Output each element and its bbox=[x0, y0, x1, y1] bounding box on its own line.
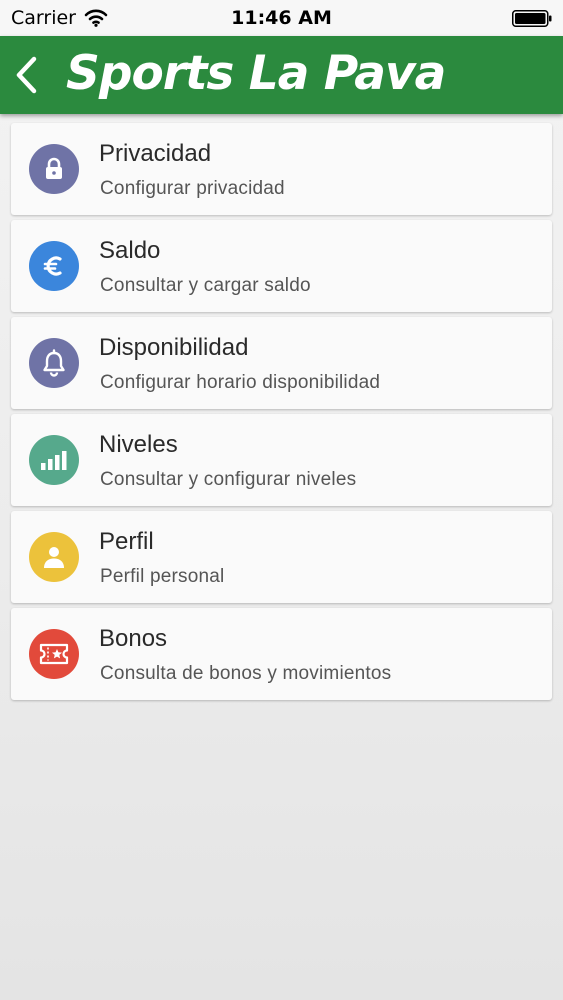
menu-icon-badge bbox=[29, 338, 79, 388]
chevron-left-icon bbox=[16, 56, 37, 94]
status-time: 11:46 AM bbox=[231, 7, 332, 29]
back-button[interactable] bbox=[8, 50, 52, 100]
battery-icon bbox=[512, 10, 552, 27]
menu-item-perfil[interactable]: Perfil Perfil personal bbox=[11, 511, 552, 603]
menu-icon-badge bbox=[29, 241, 79, 291]
menu-item-title: Disponibilidad bbox=[99, 334, 249, 361]
euro-icon bbox=[43, 256, 62, 276]
lock-icon bbox=[46, 157, 62, 179]
menu-icon-badge bbox=[29, 144, 79, 194]
menu-item-subtitle: Consulta de bonos y movimientos bbox=[100, 663, 392, 684]
menu-item-privacidad[interactable]: Privacidad Configurar privacidad bbox=[11, 123, 552, 215]
user-icon bbox=[44, 547, 64, 568]
brand-title: Sports La Pava bbox=[66, 46, 446, 101]
menu-icon-badge bbox=[29, 435, 79, 485]
menu-item-title: Perfil bbox=[99, 528, 154, 555]
menu-item-subtitle: Configurar horario disponibilidad bbox=[100, 372, 381, 393]
menu-item-bonos[interactable]: Bonos Consulta de bonos y movimientos bbox=[11, 608, 552, 700]
menu-item-title: Bonos bbox=[99, 625, 168, 652]
menu-list: Privacidad Configurar privacidad Saldo C… bbox=[11, 123, 552, 705]
status-bar: Carrier 11:46 AM bbox=[0, 0, 563, 36]
menu-item-saldo[interactable]: Saldo Consultar y cargar saldo bbox=[11, 220, 552, 312]
bell-icon bbox=[43, 349, 65, 377]
menu-item-title: Niveles bbox=[99, 431, 178, 458]
menu-item-disponibilidad[interactable]: Disponibilidad Configurar horario dispon… bbox=[11, 317, 552, 409]
ticket-icon bbox=[39, 643, 69, 665]
menu-icon-badge bbox=[29, 629, 79, 679]
menu-item-subtitle: Configurar privacidad bbox=[100, 178, 285, 199]
menu-item-title: Saldo bbox=[99, 237, 161, 264]
menu-icon-badge bbox=[29, 532, 79, 582]
menu-item-title: Privacidad bbox=[99, 140, 212, 167]
menu-item-subtitle: Consultar y configurar niveles bbox=[100, 469, 357, 490]
menu-item-subtitle: Perfil personal bbox=[100, 566, 225, 587]
signal-bars-icon bbox=[41, 451, 67, 470]
app-header: Sports La Pava bbox=[0, 36, 563, 114]
menu-item-subtitle: Consultar y cargar saldo bbox=[100, 275, 311, 296]
menu-item-niveles[interactable]: Niveles Consultar y configurar niveles bbox=[11, 414, 552, 506]
